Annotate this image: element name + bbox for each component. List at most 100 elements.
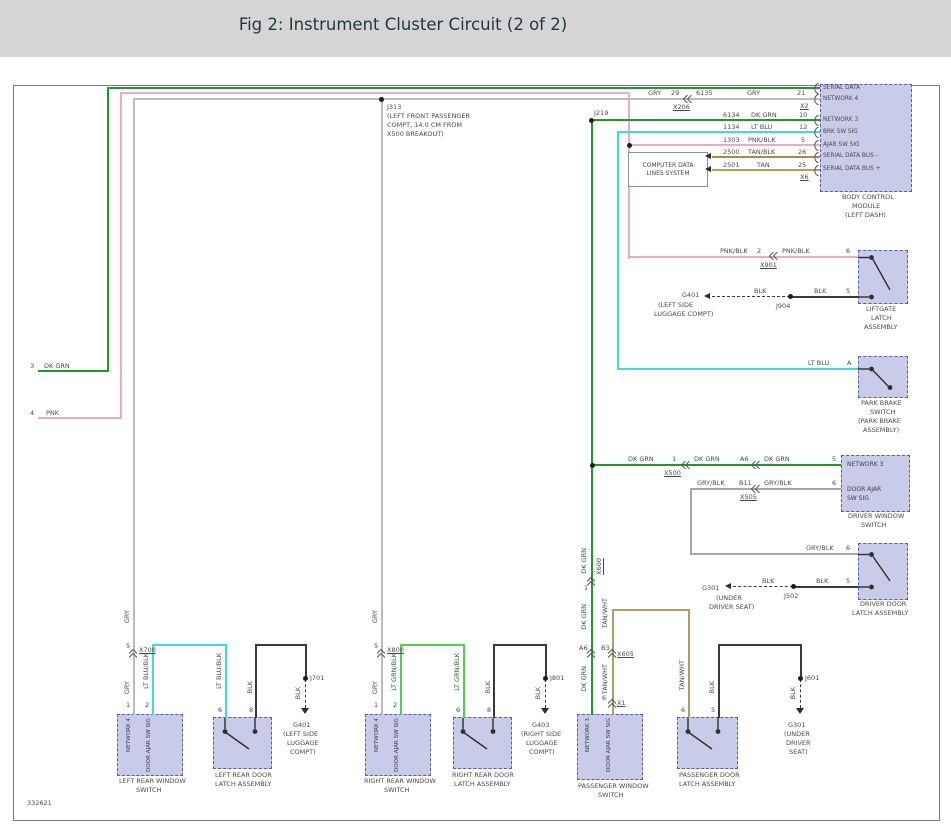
pin-label: 26: [798, 148, 806, 157]
connector-label: X2: [800, 102, 809, 111]
wire-label: BLK: [790, 687, 797, 699]
splice-note: X500 BREAKOUT): [387, 130, 444, 139]
pin-bracket-icon: [813, 115, 819, 126]
wire-label: GRY: [124, 610, 131, 623]
splice-dot: [590, 463, 595, 468]
switch-symbol: [453, 718, 510, 758]
pin-label: 5: [846, 577, 850, 586]
wire-label: GRY/BLK: [764, 479, 792, 488]
ground-label: G401: [682, 291, 699, 300]
splice-dot-j313: [379, 97, 384, 102]
wire-label: PNK/BLK: [720, 247, 748, 256]
wire-label: LT BLU/BLK: [143, 653, 150, 689]
sheet-number: 332621: [27, 799, 52, 807]
splice-label: J601: [805, 674, 819, 683]
wire-blk-ground-dashed: [305, 679, 306, 708]
ground-label: LUGGAGE COMPT): [654, 310, 713, 319]
wire-label: TAN/WHT: [602, 598, 609, 628]
pin-label: DOOR AJAR SW SIG: [395, 718, 401, 772]
component-name: ASSEMBLY: [864, 323, 898, 332]
wiring-diagram-page: Fig 2: Instrument Cluster Circuit (2 of …: [0, 0, 951, 838]
pin-label: 5: [846, 287, 850, 296]
wire-dkgrn-serial: [107, 87, 820, 89]
component-name: LIFTGATE: [866, 305, 896, 314]
pin-label: 5: [126, 642, 130, 651]
wire-blk-ground: [305, 645, 307, 679]
pin-label: SERIAL DATA BUS +: [823, 166, 881, 174]
pin-label: SERIAL DATA: [823, 85, 860, 93]
component-name: PARK BRAKE: [861, 399, 901, 408]
wire-ltblublk: [152, 645, 154, 715]
connector-label: X6: [800, 173, 809, 182]
wire-label: BLK: [247, 681, 254, 693]
pin-label: B11: [739, 479, 752, 488]
switch-symbol: [858, 543, 906, 598]
pin-label: A6: [740, 455, 749, 464]
wire-label: GRY/BLK: [697, 479, 725, 488]
ground-label: G301: [702, 584, 719, 593]
connector-label: X500: [664, 469, 681, 478]
wire-label: GRY/BLK: [806, 544, 834, 553]
wire-ltblublk: [225, 645, 227, 718]
component-name: LATCH ASSEMBLY: [852, 609, 908, 618]
pin-label: 1: [374, 701, 378, 710]
inline-connector-icon-x800: [377, 648, 385, 658]
pin-label: 25: [798, 161, 806, 170]
wire-label: BLK: [814, 287, 826, 296]
right-rear-window-switch-box: NETWORK 4 DOOR AJAR SW SIG: [365, 714, 431, 776]
splice-dot: [627, 143, 632, 148]
component-name: SWITCH: [136, 786, 162, 795]
signal-arrow-icon: [705, 153, 711, 159]
component-name: LATCH ASSEMBLY: [215, 780, 271, 789]
wire-label: BLK: [754, 287, 766, 296]
ground-label: (UNDER: [716, 594, 742, 603]
inline-connector-icon-x500: [680, 461, 690, 469]
wire-gry-network4: [133, 98, 820, 100]
splice-label: J904: [776, 302, 790, 311]
circuit-label: 2501: [723, 161, 740, 170]
wire-label: BLK: [709, 681, 716, 693]
pin-label: 5: [801, 136, 805, 145]
wire-label: PNK/BLK: [748, 136, 776, 145]
wire-gry-network4: [381, 99, 383, 715]
pin-label: 2: [757, 247, 761, 256]
driver-window-switch-box: NETWORK 3 DOOR AJAR SW SIG: [841, 455, 910, 512]
computer-data-label: LINES SYSTEM: [646, 171, 689, 177]
splice-label: J502: [784, 592, 798, 601]
wire-blk-ground: [255, 644, 307, 646]
wire-gryblk-ajar: [690, 489, 692, 555]
pin-label: 8: [249, 706, 253, 715]
pin-label: DOOR AJAR: [847, 487, 881, 493]
circuit-label: 6135: [696, 89, 713, 98]
wire-blk-ground-dashed: [800, 679, 801, 708]
wire-label: PNK/BLK: [782, 247, 810, 256]
component-name: LEFT REAR DOOR: [215, 771, 272, 780]
pin-bracket-icon: [813, 140, 819, 151]
pin-label: 6: [456, 706, 460, 715]
wire-dkgrn-network3: [591, 120, 593, 715]
splice-dot-j801: [543, 676, 548, 681]
wire-tanwht: [688, 610, 690, 718]
wire-ltgrnblk: [400, 644, 465, 646]
page-title: Fig 2: Instrument Cluster Circuit (2 of …: [0, 15, 806, 34]
splice-dot-j502: [791, 584, 796, 589]
component-name: PASSENGER DOOR: [679, 771, 740, 780]
pin-label: 8: [487, 706, 491, 715]
wire-tanwht: [612, 609, 690, 611]
connector-label: X600: [596, 558, 603, 575]
wire-blk-ground: [718, 644, 802, 646]
wire-label: TAN/WHT: [679, 660, 686, 690]
pin-label: NETWORK 4: [823, 96, 858, 104]
pin-label: AJAR SW SIG: [823, 142, 860, 150]
connector-label: X206: [673, 103, 690, 112]
wire-ltblu-brake: [617, 368, 858, 370]
wire-blk-ground: [793, 586, 858, 588]
component-name: SWITCH: [598, 791, 624, 800]
pin-label: SERIAL DATA BUS -: [823, 153, 878, 161]
pin-label: A6: [579, 644, 588, 653]
ground-label: G403: [532, 721, 549, 730]
ground-arrow-icon: [541, 708, 549, 714]
component-name: (PARK BRAKE: [858, 417, 901, 426]
switch-symbol: [213, 718, 270, 758]
wire-blk-ground: [545, 645, 547, 679]
